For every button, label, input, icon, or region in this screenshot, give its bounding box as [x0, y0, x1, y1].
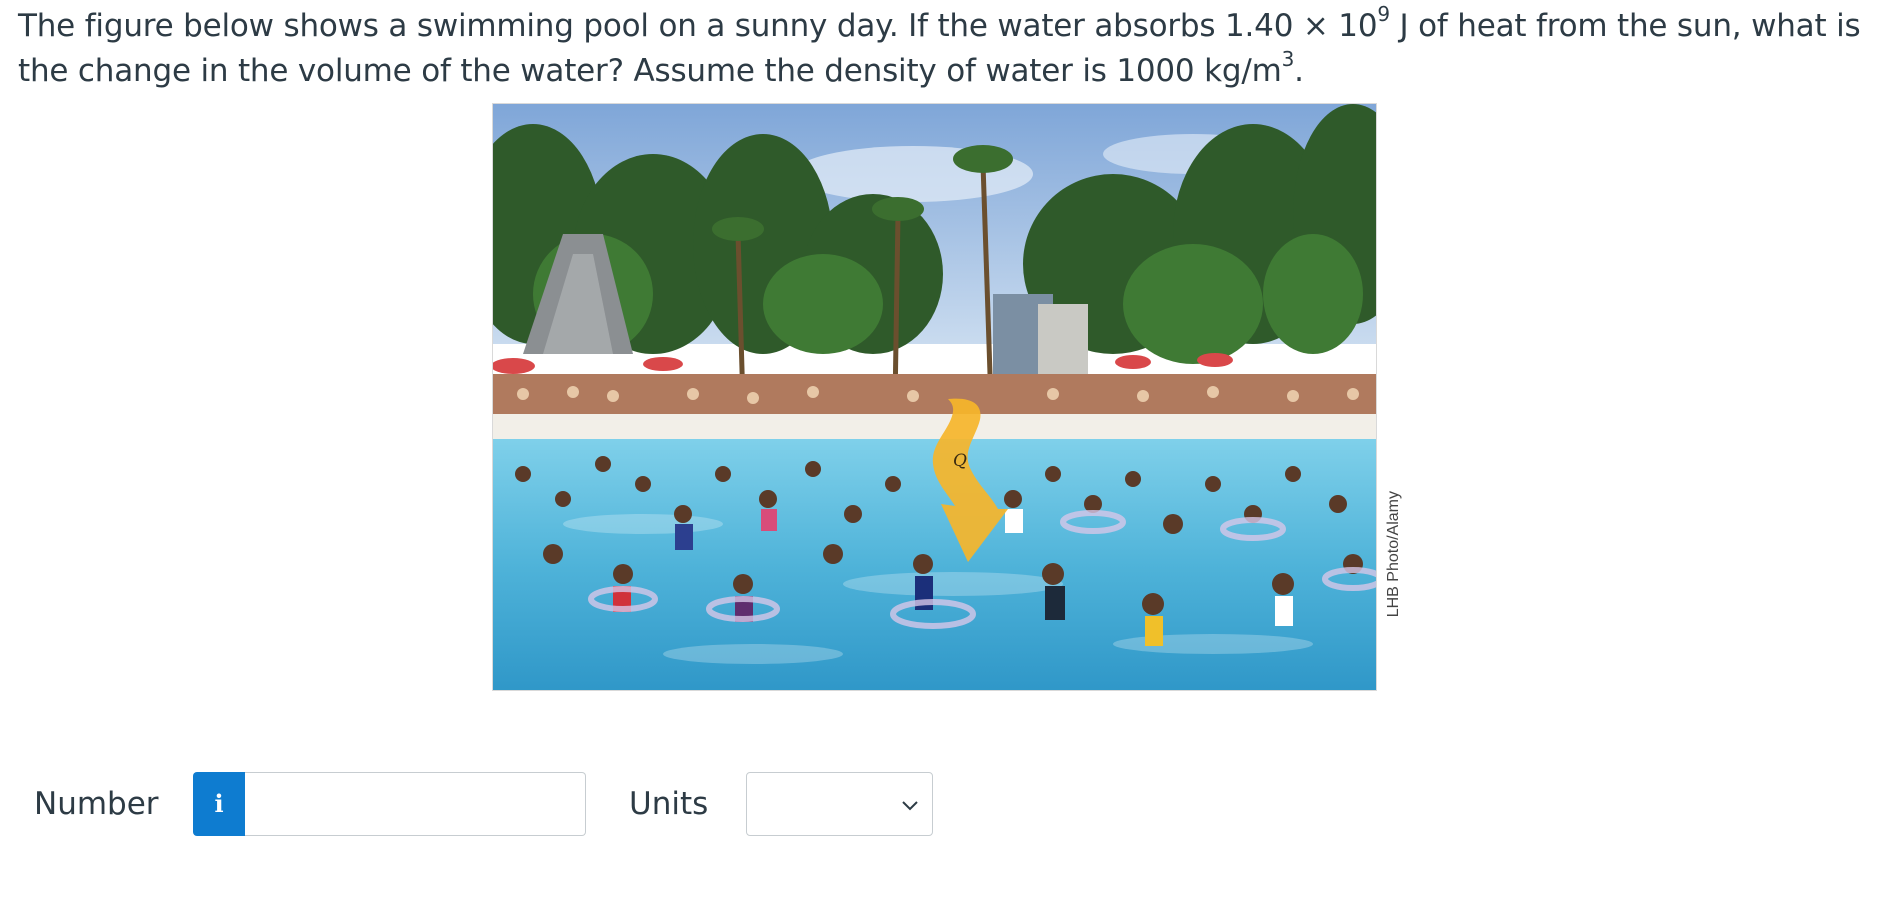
pool-scene: Q [493, 104, 1376, 690]
heat-label: Q [953, 451, 967, 471]
number-input[interactable] [245, 772, 586, 836]
info-icon: i [214, 789, 224, 818]
photo-credit: LHB Photo/Alamy [1385, 491, 1402, 618]
question-part-1: The figure below shows a swimming pool o… [18, 8, 1378, 44]
info-button[interactable]: i [193, 772, 245, 836]
question-text: The figure below shows a swimming pool o… [18, 4, 1868, 94]
exponent-1: 9 [1377, 1, 1390, 26]
exponent-2: 3 [1281, 46, 1295, 71]
chevron-down-icon [902, 801, 918, 811]
question-part-3: . [1294, 53, 1304, 89]
number-label: Number [34, 786, 159, 822]
figure: Q LHB Photo/Alamy [492, 103, 1402, 691]
swimming-pool-photo: Q [492, 103, 1377, 691]
units-select[interactable] [746, 772, 933, 836]
units-label: Units [629, 786, 709, 822]
